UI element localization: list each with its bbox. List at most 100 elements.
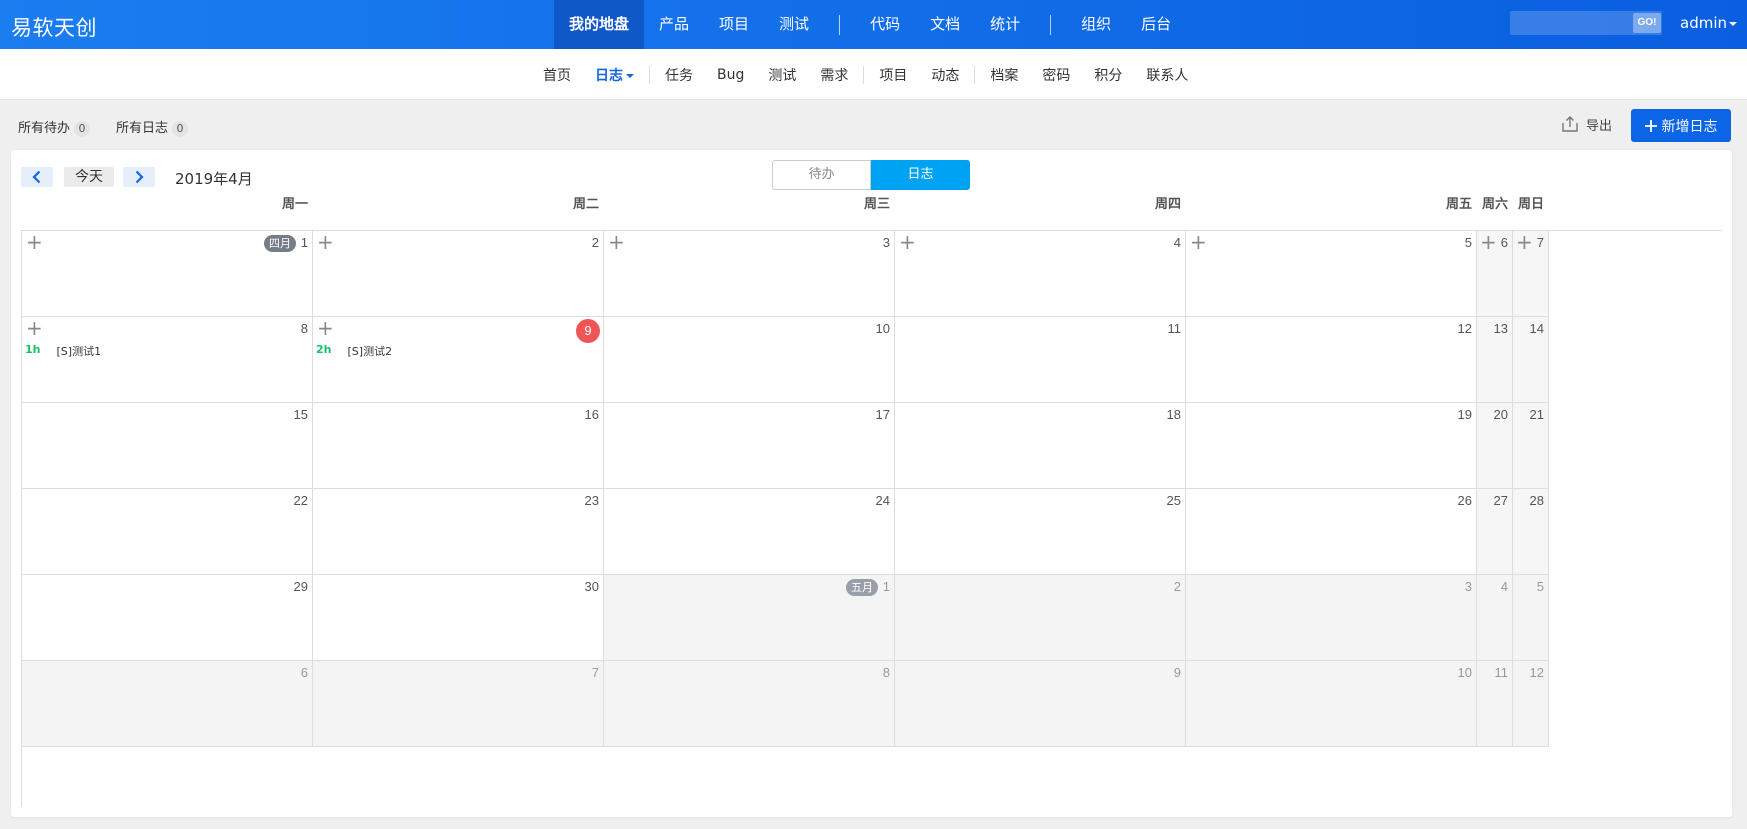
calendar-day-cell[interactable]: 25: [895, 489, 1186, 575]
log-view-tab[interactable]: 日志: [871, 160, 970, 190]
subnav-item[interactable]: 任务: [653, 65, 705, 85]
calendar-day-cell[interactable]: 13: [1477, 317, 1513, 403]
subnav-item[interactable]: Bug: [705, 67, 756, 83]
subnav-item[interactable]: 档案: [978, 65, 1030, 85]
calendar-day-cell[interactable]: 15: [22, 403, 313, 489]
search-go-button[interactable]: GO!: [1633, 13, 1661, 33]
log-entry-hours: 2h: [316, 343, 332, 356]
month-title: 2019年4月: [175, 170, 253, 188]
calendar-day-cell[interactable]: 27: [1477, 489, 1513, 575]
calendar-day-cell[interactable]: +1 四月: [22, 231, 313, 317]
calendar-day-cell[interactable]: 17: [604, 403, 895, 489]
add-log-button[interactable]: 新增日志: [1631, 109, 1731, 142]
main-nav-item[interactable]: 我的地盘: [554, 0, 645, 49]
calendar-day-cell[interactable]: 9: [895, 661, 1186, 747]
calendar-day-cell[interactable]: 26: [1186, 489, 1477, 575]
subnav-item-label: 测试: [768, 67, 797, 84]
subnav-item[interactable]: 密码: [1030, 65, 1082, 85]
calendar-day-cell[interactable]: 22: [22, 489, 313, 575]
subnav-item-label: 积分: [1094, 67, 1123, 84]
today-button[interactable]: 今天: [64, 167, 114, 187]
calendar-day-cell[interactable]: 20: [1477, 403, 1513, 489]
calendar-day-cell[interactable]: +3: [604, 231, 895, 317]
export-label: 导出: [1586, 118, 1613, 134]
log-entry[interactable]: 1h [S]测试1: [25, 343, 101, 359]
calendar-day-cell[interactable]: 11: [1477, 661, 1513, 747]
calendar-day-cell[interactable]: +4: [895, 231, 1186, 317]
calendar-day-cell[interactable]: 10: [1186, 661, 1477, 747]
calendar-day-cell[interactable]: 29: [22, 575, 313, 661]
calendar-day-cell[interactable]: 4: [1477, 575, 1513, 661]
add-log-plus-icon[interactable]: +: [26, 318, 43, 338]
calendar-day-cell[interactable]: 21: [1513, 403, 1549, 489]
brand-logo[interactable]: 易软天创: [11, 12, 97, 42]
main-nav-item[interactable]: 后台: [1126, 0, 1186, 49]
add-log-plus-icon[interactable]: +: [1480, 232, 1497, 252]
subnav-item[interactable]: 首页: [531, 65, 583, 85]
subnav-item[interactable]: 积分: [1082, 65, 1134, 85]
calendar-day-cell[interactable]: 14: [1513, 317, 1549, 403]
calendar-day-cell[interactable]: +5: [1186, 231, 1477, 317]
log-entry-name: [S]测试2: [347, 345, 393, 358]
calendar-day-cell[interactable]: +9 2h [S]测试2: [313, 317, 604, 403]
calendar-day-cell[interactable]: 3: [1186, 575, 1477, 661]
subnav-item[interactable]: 项目: [867, 65, 919, 85]
next-month-button[interactable]: [123, 167, 155, 187]
add-log-plus-icon[interactable]: +: [608, 232, 625, 252]
calendar-day-cell[interactable]: 8: [604, 661, 895, 747]
calendar-day-cell[interactable]: +7: [1513, 231, 1549, 317]
export-button[interactable]: 导出: [1560, 114, 1612, 134]
prev-month-button[interactable]: [21, 167, 53, 187]
user-menu[interactable]: admin: [1680, 14, 1737, 32]
add-log-plus-icon[interactable]: +: [899, 232, 916, 252]
main-nav-item[interactable]: 统计: [975, 0, 1035, 49]
subnav-item[interactable]: 动态: [919, 65, 971, 85]
calendar-day-cell[interactable]: 19: [1186, 403, 1477, 489]
calendar-day-cell[interactable]: 12: [1186, 317, 1477, 403]
calendar-day-cell[interactable]: 12: [1513, 661, 1549, 747]
day-number: 28: [1529, 493, 1544, 508]
calendar-day-cell[interactable]: 10: [604, 317, 895, 403]
calendar-day-cell[interactable]: 6: [22, 661, 313, 747]
add-log-plus-icon[interactable]: +: [26, 232, 43, 252]
weekday-label: 周三: [863, 197, 890, 212]
calendar-day-cell[interactable]: 2: [895, 575, 1186, 661]
calendar-day-cell[interactable]: 28: [1513, 489, 1549, 575]
calendar-day-cell[interactable]: +6: [1477, 231, 1513, 317]
subnav-item-label: 首页: [543, 67, 571, 84]
calendar-day-cell[interactable]: 5: [1513, 575, 1549, 661]
log-entry[interactable]: 2h [S]测试2: [316, 343, 392, 359]
all-todo-link[interactable]: 所有待办 0: [18, 117, 91, 137]
all-log-link[interactable]: 所有日志 0: [116, 117, 189, 137]
calendar-day-cell[interactable]: 30: [313, 575, 604, 661]
subnav-divider: [649, 65, 650, 84]
day-number: 8: [300, 321, 308, 336]
main-nav-item[interactable]: 代码: [855, 0, 915, 49]
calendar-day-cell[interactable]: 23: [313, 489, 604, 575]
calendar-day-cell[interactable]: 16: [313, 403, 604, 489]
add-log-plus-icon[interactable]: +: [317, 232, 334, 252]
subnav-item[interactable]: 日志: [583, 65, 646, 85]
subnav-item-label: 项目: [879, 67, 908, 84]
subnav-item[interactable]: 需求: [808, 65, 860, 85]
day-number: 6: [1500, 235, 1508, 250]
calendar-day-cell[interactable]: 24: [604, 489, 895, 575]
add-log-plus-icon[interactable]: +: [1190, 232, 1207, 252]
calendar-day-cell[interactable]: +8 1h [S]测试1: [22, 317, 313, 403]
calendar-day-cell[interactable]: 7: [313, 661, 604, 747]
subnav-item[interactable]: 测试: [756, 65, 808, 85]
calendar-day-cell[interactable]: 11: [895, 317, 1186, 403]
todo-view-tab[interactable]: 待办: [772, 160, 871, 190]
all-todo-count: 0: [74, 121, 91, 137]
main-nav-item[interactable]: 组织: [1066, 0, 1126, 49]
calendar-day-cell[interactable]: 1 五月: [604, 575, 895, 661]
calendar-day-cell[interactable]: 18: [895, 403, 1186, 489]
calendar-day-cell[interactable]: +2: [313, 231, 604, 317]
main-nav-item[interactable]: 产品: [644, 0, 704, 49]
main-nav-item[interactable]: 项目: [704, 0, 764, 49]
add-log-plus-icon[interactable]: +: [317, 318, 334, 338]
main-nav-item[interactable]: 测试: [764, 0, 824, 49]
add-log-plus-icon[interactable]: +: [1516, 232, 1533, 252]
main-nav-item[interactable]: 文档: [915, 0, 975, 49]
subnav-item[interactable]: 联系人: [1134, 65, 1200, 85]
